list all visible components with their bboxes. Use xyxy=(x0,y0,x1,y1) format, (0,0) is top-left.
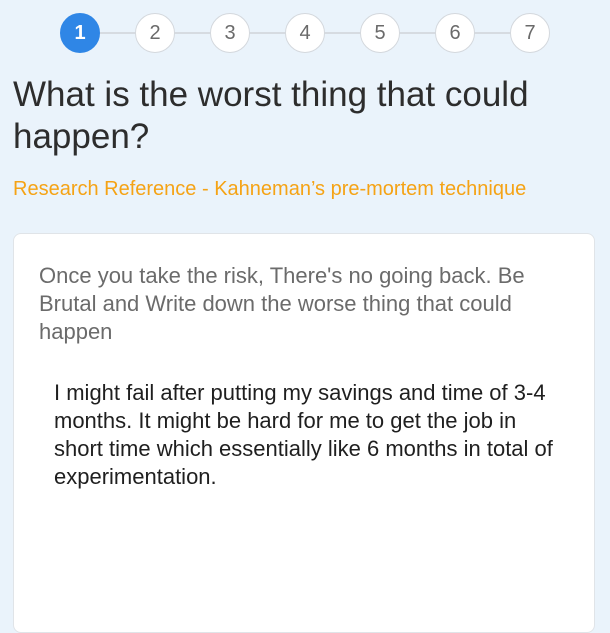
question-prompt: Once you take the risk, There's no going… xyxy=(39,263,525,344)
step-3[interactable]: 3 xyxy=(210,13,250,53)
progress-stepper: 1 2 3 4 5 6 7 xyxy=(60,13,550,53)
answer-textarea[interactable]: I might fail after putting my savings an… xyxy=(54,379,554,491)
answer-card: Once you take the risk, There's no going… xyxy=(13,233,595,633)
step-4[interactable]: 4 xyxy=(285,13,325,53)
step-2[interactable]: 2 xyxy=(135,13,175,53)
step-7[interactable]: 7 xyxy=(510,13,550,53)
page-title: What is the worst thing that could happe… xyxy=(13,75,529,156)
step-5[interactable]: 5 xyxy=(360,13,400,53)
step-6[interactable]: 6 xyxy=(435,13,475,53)
step-1[interactable]: 1 xyxy=(60,13,100,53)
research-reference-link[interactable]: Research Reference - Kahneman’s pre-mort… xyxy=(13,176,593,202)
